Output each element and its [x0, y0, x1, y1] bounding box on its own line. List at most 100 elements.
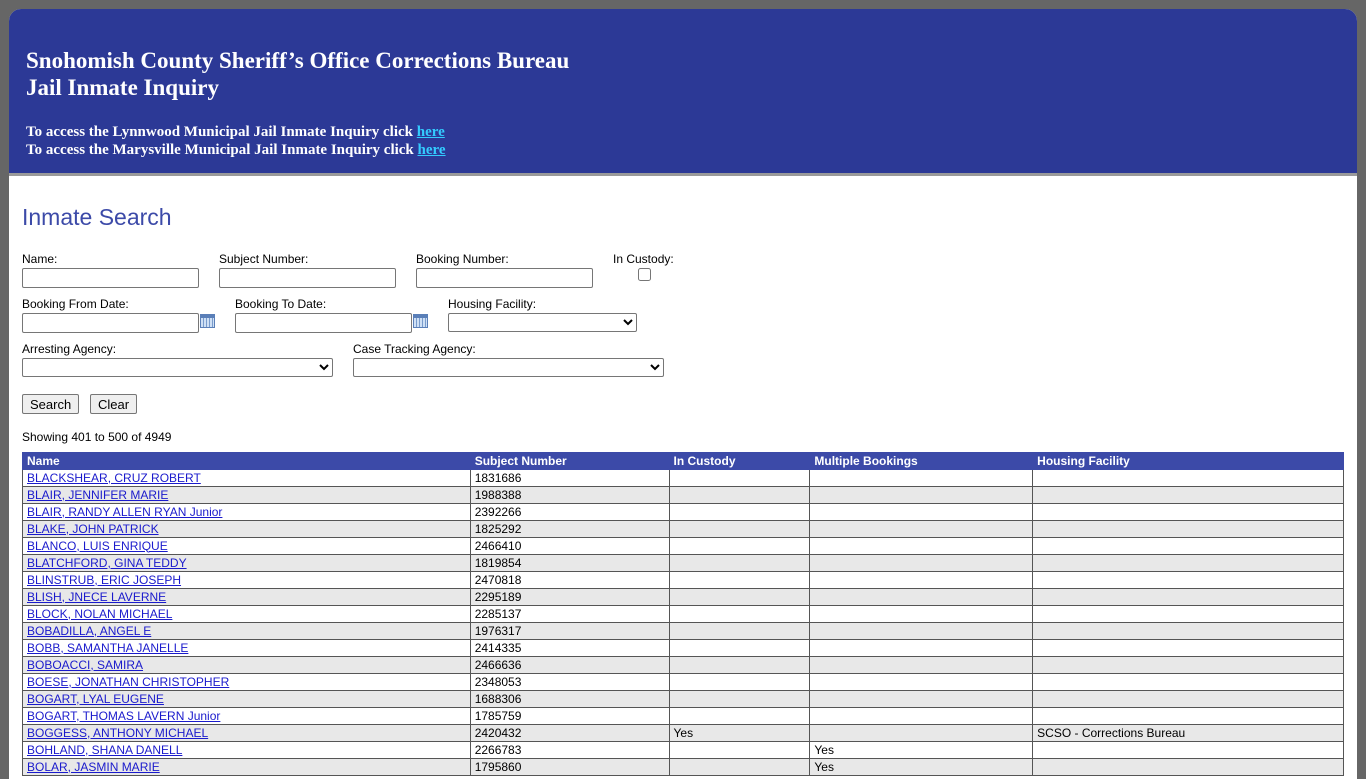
inmate-name-link[interactable]: BLAIR, RANDY ALLEN RYAN Junior	[27, 505, 222, 519]
in-custody-cell	[668, 656, 811, 674]
subject-number-label: Subject Number:	[219, 252, 309, 266]
in-custody-cell	[668, 673, 811, 691]
table-row: BOESE, JONATHAN CHRISTOPHER 2348053	[22, 673, 1344, 691]
calendar-icon[interactable]	[200, 314, 215, 328]
booking-number-input[interactable]	[416, 268, 593, 288]
multiple-bookings-cell	[809, 588, 1034, 606]
booking-to-date-input[interactable]	[235, 313, 412, 333]
inmate-name-cell: BOHLAND, SHANA DANELL	[22, 741, 471, 759]
in-custody-cell	[668, 707, 811, 725]
booking-number-label: Booking Number:	[416, 252, 509, 266]
table-header-row: Name Subject Number In Custody Multiple …	[22, 452, 1344, 470]
subject-number-cell: 2392266	[469, 503, 670, 521]
subject-number-cell: 2470818	[469, 571, 670, 589]
inmate-name-link[interactable]: BOHLAND, SHANA DANELL	[27, 743, 182, 757]
inmate-name-cell: BOGART, THOMAS LAVERN Junior	[22, 707, 471, 725]
in-custody-checkbox[interactable]	[638, 268, 651, 281]
in-custody-label: In Custody:	[613, 252, 674, 266]
subject-number-cell: 2466636	[469, 656, 670, 674]
inmate-name-link[interactable]: BOBB, SAMANTHA JANELLE	[27, 641, 188, 655]
marysville-line: To access the Marysville Municipal Jail …	[26, 141, 1357, 159]
lynnwood-text: To access the Lynnwood Municipal Jail In…	[26, 124, 417, 140]
name-input[interactable]	[22, 268, 199, 288]
column-header-name[interactable]: Name	[22, 452, 471, 470]
inmate-name-cell: BOBADILLA, ANGEL E	[22, 622, 471, 640]
inmate-name-cell: BOBB, SAMANTHA JANELLE	[22, 639, 471, 657]
from-date-group: Booking From Date:	[22, 297, 199, 333]
case-tracking-agency-label: Case Tracking Agency:	[353, 342, 476, 356]
subject-number-input[interactable]	[219, 268, 396, 288]
table-row: BOBADILLA, ANGEL E 1976317	[22, 622, 1344, 640]
booking-from-date-input[interactable]	[22, 313, 199, 333]
column-header-in-custody[interactable]: In Custody	[668, 452, 811, 470]
subject-number-cell: 1825292	[469, 520, 670, 538]
multiple-bookings-cell	[809, 554, 1034, 572]
column-header-housing-facility[interactable]: Housing Facility	[1032, 452, 1344, 470]
housing-facility-cell	[1032, 656, 1344, 674]
inmate-name-link[interactable]: BOGART, THOMAS LAVERN Junior	[27, 709, 220, 723]
in-custody-cell	[668, 537, 811, 555]
clear-button[interactable]: Clear	[90, 394, 138, 414]
inmate-name-link[interactable]: BLATCHFORD, GINA TEDDY	[27, 556, 187, 570]
subject-number-cell: 2466410	[469, 537, 670, 555]
housing-facility-cell	[1032, 622, 1344, 640]
page-frame: Snohomish County Sheriff’s Office Correc…	[9, 9, 1357, 779]
inmate-name-link[interactable]: BOBADILLA, ANGEL E	[27, 624, 151, 638]
inmate-name-link[interactable]: BLANCO, LUIS ENRIQUE	[27, 539, 168, 553]
arresting-agency-select[interactable]	[22, 358, 333, 377]
inmate-name-cell: BOBOACCI, SAMIRA	[22, 656, 471, 674]
table-row: BLAIR, RANDY ALLEN RYAN Junior 2392266	[22, 503, 1344, 521]
housing-facility-cell	[1032, 554, 1344, 572]
housing-facility-cell	[1032, 758, 1344, 776]
in-custody-cell	[668, 469, 811, 487]
inmate-name-cell: BOESE, JONATHAN CHRISTOPHER	[22, 673, 471, 691]
case-tracking-agency-select[interactable]	[353, 358, 664, 377]
custody-field-group: In Custody:	[613, 252, 674, 284]
subject-number-cell: 2348053	[469, 673, 670, 691]
inmate-name-link[interactable]: BOBOACCI, SAMIRA	[27, 658, 143, 672]
inmate-name-link[interactable]: BOGART, LYAL EUGENE	[27, 692, 164, 706]
column-header-subject-number[interactable]: Subject Number	[469, 452, 670, 470]
housing-facility-cell	[1032, 741, 1344, 759]
inmate-name-link[interactable]: BLOCK, NOLAN MICHAEL	[27, 607, 172, 621]
inmate-name-link[interactable]: BLISH, JNECE LAVERNE	[27, 590, 166, 604]
inmate-name-link[interactable]: BOLAR, JASMIN MARIE	[27, 760, 160, 774]
table-row: BLINSTRUB, ERIC JOSEPH 2470818	[22, 571, 1344, 589]
table-row: BOBB, SAMANTHA JANELLE 2414335	[22, 639, 1344, 657]
jail-links: To access the Lynnwood Municipal Jail In…	[26, 123, 1357, 159]
results-table: Name Subject Number In Custody Multiple …	[22, 452, 1344, 776]
multiple-bookings-cell	[809, 486, 1034, 504]
section-title: Inmate Search	[22, 204, 172, 230]
in-custody-cell	[668, 503, 811, 521]
lynnwood-link[interactable]: here	[417, 124, 445, 140]
inmate-name-cell: BLANCO, LUIS ENRIQUE	[22, 537, 471, 555]
subject-number-cell: 2266783	[469, 741, 670, 759]
inmate-name-link[interactable]: BLINSTRUB, ERIC JOSEPH	[27, 573, 181, 587]
inmate-name-link[interactable]: BLACKSHEAR, CRUZ ROBERT	[27, 471, 201, 485]
multiple-bookings-cell	[809, 724, 1034, 742]
inmate-name-cell: BLISH, JNECE LAVERNE	[22, 588, 471, 606]
multiple-bookings-cell	[809, 639, 1034, 657]
inmate-name-link[interactable]: BOGGESS, ANTHONY MICHAEL	[27, 726, 208, 740]
inmate-name-link[interactable]: BOESE, JONATHAN CHRISTOPHER	[27, 675, 229, 689]
inmate-name-link[interactable]: BLAIR, JENNIFER MARIE	[27, 488, 168, 502]
multiple-bookings-cell	[809, 469, 1034, 487]
housing-facility-cell	[1032, 690, 1344, 708]
title-line-2: Jail Inmate Inquiry	[26, 75, 219, 100]
housing-facility-cell: SCSO - Corrections Bureau	[1032, 724, 1344, 742]
subject-number-cell: 2420432	[469, 724, 670, 742]
header-banner: Snohomish County Sheriff’s Office Correc…	[9, 9, 1357, 173]
calendar-icon[interactable]	[413, 314, 428, 328]
table-row: BLISH, JNECE LAVERNE 2295189	[22, 588, 1344, 606]
subject-number-cell: 2285137	[469, 605, 670, 623]
housing-facility-select[interactable]	[448, 313, 637, 332]
multiple-bookings-cell	[809, 673, 1034, 691]
inmate-name-link[interactable]: BLAKE, JOHN PATRICK	[27, 522, 159, 536]
column-header-multiple-bookings[interactable]: Multiple Bookings	[809, 452, 1034, 470]
inmate-name-cell: BLATCHFORD, GINA TEDDY	[22, 554, 471, 572]
marysville-link[interactable]: here	[418, 142, 446, 158]
search-button[interactable]: Search	[22, 394, 80, 414]
title-line-1: Snohomish County Sheriff’s Office Correc…	[26, 48, 570, 73]
multiple-bookings-cell	[809, 571, 1034, 589]
subject-number-cell: 1795860	[469, 758, 670, 776]
